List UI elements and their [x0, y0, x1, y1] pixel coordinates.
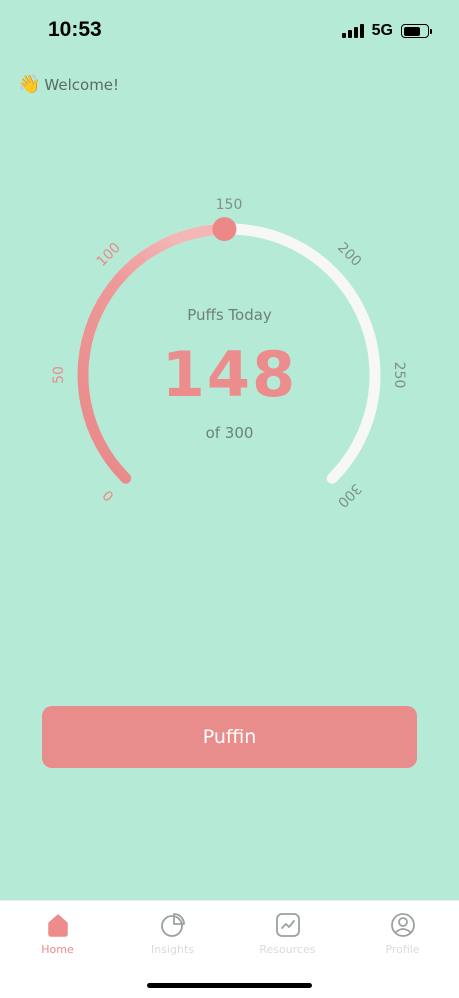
tab-profile[interactable]: Profile	[345, 901, 459, 971]
puff-count: 148	[161, 338, 298, 411]
signal-icon	[341, 24, 364, 38]
home-indicator	[147, 983, 312, 988]
profile-icon	[390, 913, 415, 937]
gauge-knob	[212, 217, 237, 242]
gauge-tick-label: 200	[334, 240, 364, 270]
network-type: 5G	[371, 22, 393, 39]
gauge-tick-label: 100	[94, 240, 124, 270]
tab-home[interactable]: Home	[0, 901, 115, 971]
status-bar: 10:53 5G	[0, 0, 459, 62]
tab-label-insights: Insights	[150, 943, 194, 956]
tab-resources[interactable]: Resources	[230, 901, 345, 971]
welcome-text: Welcome!	[44, 75, 120, 94]
status-icons: 5G	[341, 22, 432, 40]
tab-label-home: Home	[41, 943, 74, 956]
trend-chart-icon	[275, 913, 300, 937]
tab-label-profile: Profile	[385, 943, 420, 956]
gauge-tick-label: 0	[100, 486, 118, 504]
battery-icon	[401, 24, 432, 38]
home-icon	[47, 914, 68, 937]
pie-chart-icon	[160, 913, 185, 937]
gauge-tick-label: 300	[334, 480, 364, 510]
waving-hand-icon: 👋	[18, 74, 41, 95]
status-time: 10:53	[48, 18, 102, 41]
tab-label-resources: Resources	[259, 943, 316, 956]
welcome-greeting: 👋 Welcome!	[18, 74, 119, 95]
puff-limit: of 300	[205, 424, 254, 442]
gauge-tick-label: 150	[216, 197, 243, 213]
tab-insights[interactable]: Insights	[115, 901, 230, 971]
puffin-button[interactable]: Puffin	[42, 706, 417, 768]
puff-gauge: 0 50 100 150 200 250 300 Puffs Today 148 of 30…	[0, 180, 459, 540]
gauge-label: Puffs Today	[187, 306, 272, 324]
